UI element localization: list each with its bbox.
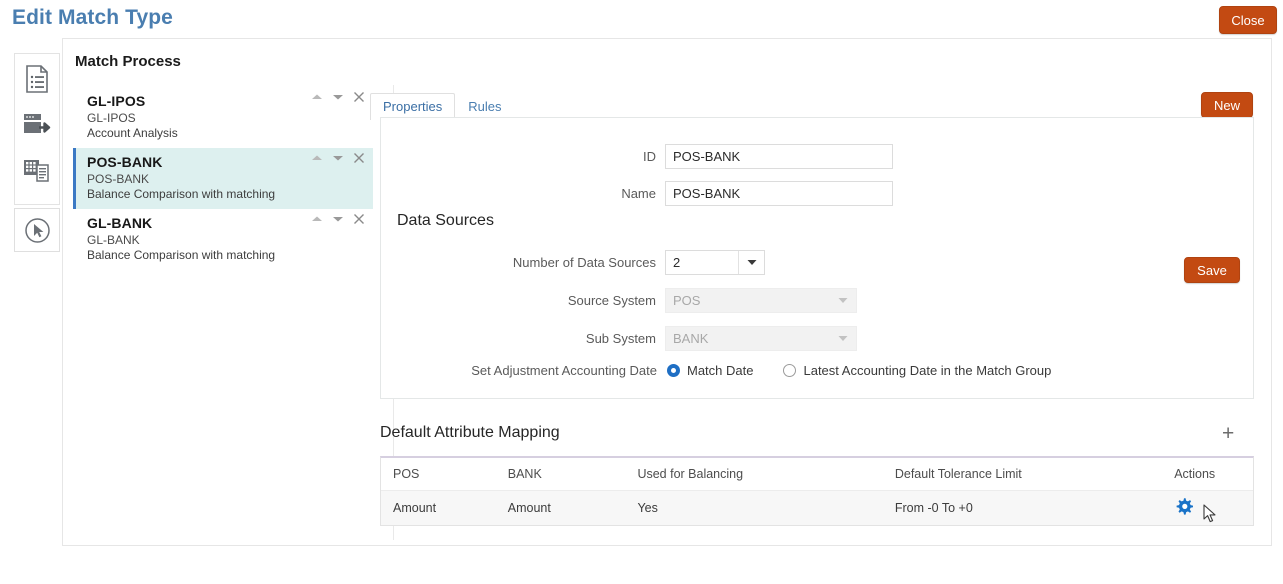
icon-rail-secondary xyxy=(14,208,60,252)
source-system-row: Source System POS xyxy=(481,288,857,313)
cell-default-tolerance-limit: From -0 To +0 xyxy=(894,501,973,515)
adjustment-date-label: Set Adjustment Accounting Date xyxy=(471,363,657,378)
source-system-label: Source System xyxy=(567,293,656,308)
list-item-controls xyxy=(311,213,365,225)
move-up-icon[interactable] xyxy=(311,215,323,223)
grid-document-icon[interactable] xyxy=(22,156,52,186)
list-item[interactable]: GL-IPOS GL-IPOS Account Analysis xyxy=(73,87,373,148)
number-of-data-sources-select[interactable]: 2 xyxy=(665,250,765,275)
sub-system-label: Sub System xyxy=(585,331,656,346)
tab-rules[interactable]: Rules xyxy=(455,93,514,120)
properties-card: Save ID Name Data Sources Number of Data… xyxy=(380,117,1254,399)
close-button[interactable]: Close xyxy=(1219,6,1277,34)
tab-properties[interactable]: Properties xyxy=(370,93,456,120)
radio-match-date[interactable] xyxy=(667,364,680,377)
tab-bar: Properties Rules xyxy=(370,92,515,120)
chevron-down-icon xyxy=(830,289,856,312)
radio-latest-accounting-date[interactable] xyxy=(783,364,797,377)
column-header-used-for-balancing: Used for Balancing xyxy=(637,467,744,481)
cell-bank: Amount xyxy=(507,501,551,515)
id-field-row: ID xyxy=(571,144,893,169)
chevron-down-icon xyxy=(830,327,856,350)
chevron-down-icon xyxy=(738,251,764,274)
table-header-row: POS BANK Used for Balancing Default Tole… xyxy=(381,458,1253,491)
column-header-actions: Actions xyxy=(1174,467,1216,481)
close-x-icon[interactable] xyxy=(353,91,365,103)
list-item-controls xyxy=(311,152,365,164)
id-input[interactable] xyxy=(665,144,893,169)
move-up-icon[interactable] xyxy=(311,93,323,101)
radio-match-date-label: Match Date xyxy=(687,363,754,378)
sub-system-select: BANK xyxy=(665,326,857,351)
select-value: POS xyxy=(673,293,701,308)
close-x-icon[interactable] xyxy=(353,213,365,225)
name-field-row: Name xyxy=(571,181,893,206)
list-item-desc: Balance Comparison with matching xyxy=(87,248,276,262)
move-up-icon[interactable] xyxy=(311,154,323,162)
move-down-icon[interactable] xyxy=(332,154,344,162)
move-down-icon[interactable] xyxy=(332,93,344,101)
new-button[interactable]: New xyxy=(1201,92,1253,118)
list-item-desc: Balance Comparison with matching xyxy=(87,187,276,201)
list-item-desc: Account Analysis xyxy=(87,126,178,140)
name-label: Name xyxy=(621,186,656,201)
id-label: ID xyxy=(643,149,656,164)
gear-icon[interactable] xyxy=(1174,497,1194,520)
list-item[interactable]: POS-BANK POS-BANK Balance Comparison wit… xyxy=(73,148,373,209)
document-list-icon[interactable] xyxy=(22,64,52,94)
icon-rail xyxy=(14,53,60,205)
list-item-controls xyxy=(311,91,365,103)
number-of-data-sources-label: Number of Data Sources xyxy=(512,255,656,270)
match-process-list: GL-IPOS GL-IPOS Account Analysis POS-BAN… xyxy=(73,87,373,270)
panel-title: Match Process xyxy=(75,53,181,70)
column-header-default-tolerance-limit: Default Tolerance Limit xyxy=(894,467,1022,481)
column-header-pos: POS xyxy=(393,467,420,481)
source-system-select: POS xyxy=(665,288,857,313)
move-down-icon[interactable] xyxy=(332,215,344,223)
data-sources-heading: Data Sources xyxy=(397,212,494,229)
page-title: Edit Match Type xyxy=(12,6,173,29)
attribute-mapping-title: Default Attribute Mapping xyxy=(380,424,560,441)
cell-used-for-balancing: Yes xyxy=(637,501,658,515)
app-root: Edit Match Type Close Match Process New … xyxy=(0,0,1283,584)
select-value: BANK xyxy=(673,331,709,346)
sub-system-row: Sub System BANK xyxy=(481,326,857,351)
adjustment-date-row: Set Adjustment Accounting Date Match Dat… xyxy=(467,363,1051,378)
list-item-sub: GL-IPOS xyxy=(87,111,136,125)
column-header-bank: BANK xyxy=(507,467,542,481)
radio-latest-accounting-date-label: Latest Accounting Date in the Match Grou… xyxy=(803,363,1052,378)
table-row[interactable]: Amount Amount Yes From -0 To +0 xyxy=(381,491,1253,525)
name-input[interactable] xyxy=(665,181,893,206)
save-button[interactable]: Save xyxy=(1184,257,1240,283)
list-item[interactable]: GL-BANK GL-BANK Balance Comparison with … xyxy=(73,209,373,270)
select-value: 2 xyxy=(673,255,681,270)
mouse-cursor xyxy=(1203,504,1218,529)
list-item-sub: POS-BANK xyxy=(87,172,150,186)
cursor-circle-icon[interactable] xyxy=(22,215,52,245)
close-x-icon[interactable] xyxy=(353,152,365,164)
plus-icon[interactable]: + xyxy=(1222,423,1234,444)
window-export-icon[interactable] xyxy=(22,110,52,140)
attribute-mapping-table: POS BANK Used for Balancing Default Tole… xyxy=(380,456,1254,526)
number-of-data-sources-row: Number of Data Sources 2 xyxy=(481,250,765,275)
cell-pos: Amount xyxy=(393,501,437,515)
list-item-sub: GL-BANK xyxy=(87,233,140,247)
